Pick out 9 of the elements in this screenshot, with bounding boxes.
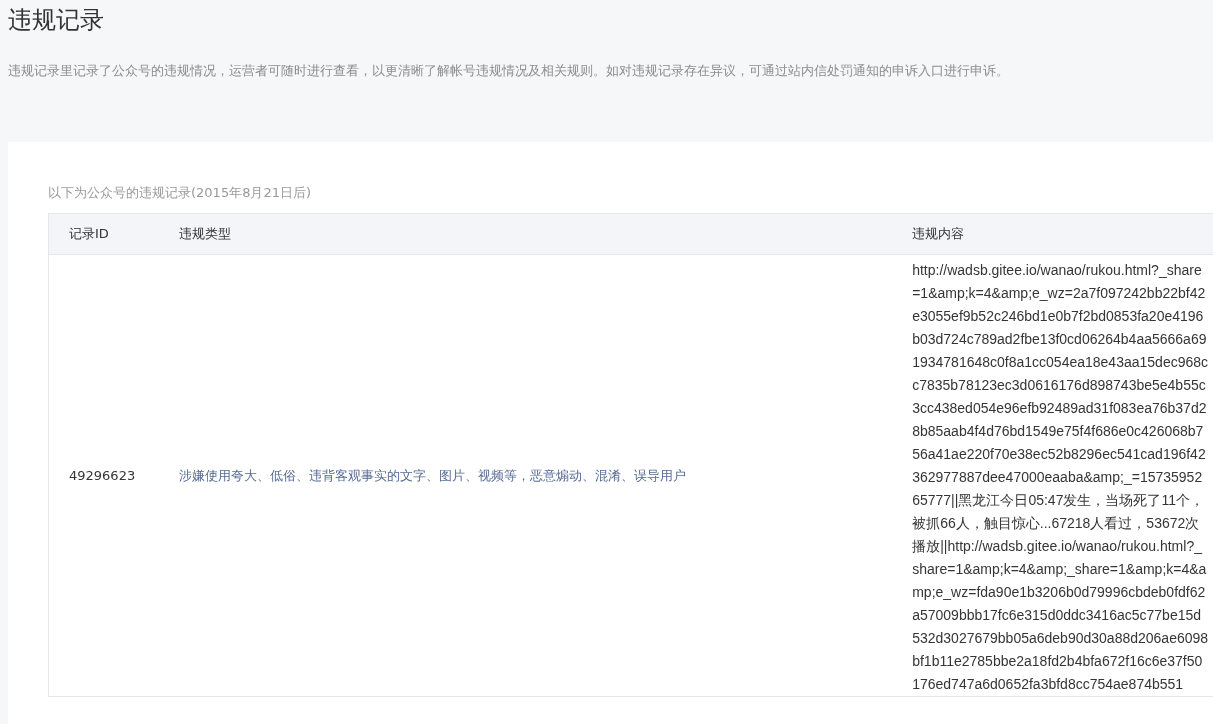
column-header: 违规内容 [902, 213, 1213, 255]
table-cell: 涉嫌使用夸大、低俗、违背客观事实的文字、图片、视频等，恶意煽动、混淆、误导用户 [179, 254, 903, 697]
column-header: 违规类型 [179, 213, 903, 255]
column-header: 记录ID [48, 213, 179, 255]
page-title: 违规记录 [7, 5, 105, 36]
table-caption: 以下为公众号的违规记录(2015年8月21日后) [48, 184, 312, 202]
table-cell: http://wadsb.gitee.io/wanao/rukou.html?_share=1&amp;k=4&amp;e_wz=2a7f097242bb22bf42e3055ef9b52c246bd1e0b7f2bd0853fa20e4196b03d724c789ad2fbe13f0cd06264b4aa5666a691934781648c0f8a1cc054ea18e43aa15dec968cc7835b78123ec3d0616176d898743be5e4b55c3cc438ed054e96efb92489ad31f083ea76b37d28b85aab4f4d76bd1549e75f4f686e0c426068b756a41ae220f70e38ec52b8296ec541cad196f42362977887dee47000eaaba&amp;_=1573595265777||黑龙江今日05:47发生，当场死了11个，被抓66人，触目惊心...67218人看过，53672次播放||http://wadsb.gitee.io/wanao/rukou.html?_share=1&amp;k=4&amp;_share=1&amp;k=4&amp;e_wz=fda90e1b3206b0d79996cbdeb0fdf62a57009bbb17fc6e315d0ddc3416ac5c77be15d532d3027679bb05a6deb90d30a88d206ae6098bf1b11e2785bbe2a18fd2b4bfa672f16c6e37f50176ed747a6d0652fa3bfd8cc754ae874b551 [902, 254, 1213, 697]
page-description: 违规记录里记录了公众号的违规情况，运营者可随时进行查看，以更清晰了解帐号违规情况及相关规则。如对违规记录存在异议，可通过站内信处罚通知的申诉入口进行申诉。 [8, 62, 1010, 80]
table-cell: 49296623 [48, 254, 179, 697]
